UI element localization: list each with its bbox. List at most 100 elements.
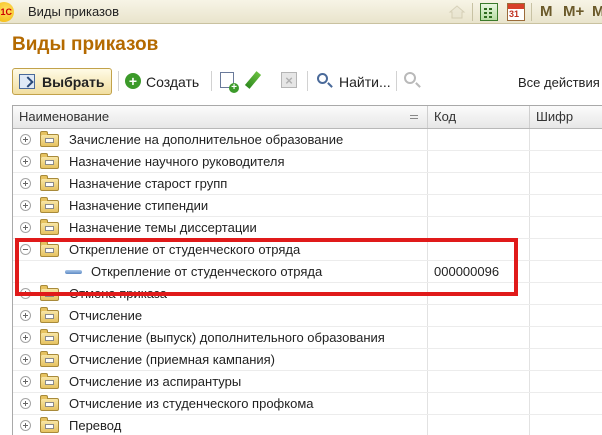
code-cell[interactable] — [428, 415, 530, 435]
cipher-cell[interactable] — [530, 371, 602, 392]
window-title: Виды приказов — [28, 4, 120, 19]
create-button[interactable]: Создать — [146, 74, 199, 90]
name-cell[interactable]: Открепление от студенческого отряда — [13, 239, 428, 260]
code-cell[interactable] — [428, 305, 530, 326]
code-cell[interactable]: 000000096 — [428, 261, 530, 282]
expand-icon[interactable] — [20, 288, 31, 299]
find-button[interactable]: Найти... — [339, 74, 391, 90]
cipher-cell[interactable] — [530, 173, 602, 194]
name-cell[interactable]: Отмена приказа — [13, 283, 428, 304]
collapse-icon[interactable] — [20, 244, 31, 255]
code-cell[interactable] — [428, 393, 530, 414]
table-row[interactable]: Отчисление (выпуск) дополнительного обра… — [13, 327, 602, 349]
name-cell[interactable]: Отчисление (выпуск) дополнительного обра… — [13, 327, 428, 348]
code-cell[interactable] — [428, 371, 530, 392]
table-row[interactable]: Открепление от студенческого отряда 00000… — [13, 261, 602, 283]
table-row[interactable]: Зачисление на дополнительное образование — [13, 129, 602, 151]
expand-icon[interactable] — [20, 420, 31, 431]
table-row[interactable]: Отмена приказа — [13, 283, 602, 305]
table-row[interactable]: Отчисление (приемная кампания) — [13, 349, 602, 371]
expand-icon[interactable] — [20, 398, 31, 409]
name-cell[interactable]: Назначение научного руководителя — [13, 151, 428, 172]
cipher-cell[interactable] — [530, 305, 602, 326]
code-cell[interactable] — [428, 283, 530, 304]
expand-icon[interactable] — [20, 376, 31, 387]
name-cell[interactable]: Назначение стипендии — [13, 195, 428, 216]
expand-icon[interactable] — [20, 200, 31, 211]
cipher-cell[interactable] — [530, 283, 602, 304]
create-icon[interactable]: + — [125, 73, 141, 89]
cipher-cell[interactable] — [530, 151, 602, 172]
expand-icon[interactable] — [20, 310, 31, 321]
calendar-icon[interactable]: 31 — [507, 3, 525, 21]
row-name: Перевод — [69, 418, 122, 433]
cancel-search-icon[interactable] — [404, 72, 416, 84]
cipher-cell[interactable] — [530, 415, 602, 435]
row-name: Отчисление из студенческого профкома — [69, 396, 314, 411]
table-row[interactable]: Отчисление из студенческого профкома — [13, 393, 602, 415]
calendar-day: 31 — [509, 9, 520, 19]
copy-icon[interactable] — [220, 72, 239, 93]
code-cell[interactable] — [428, 327, 530, 348]
row-name: Отчисление (выпуск) дополнительного обра… — [69, 330, 385, 345]
select-label: Выбрать — [42, 74, 105, 90]
name-cell[interactable]: Отчисление из студенческого профкома — [13, 393, 428, 414]
cipher-cell[interactable] — [530, 349, 602, 370]
name-cell[interactable]: Перевод — [13, 415, 428, 435]
table-row[interactable]: Открепление от студенческого отряда — [13, 239, 602, 261]
row-name: Отчисление из аспирантуры — [69, 374, 242, 389]
column-header-code[interactable]: Код — [428, 106, 530, 128]
table-row[interactable]: Назначение старост групп — [13, 173, 602, 195]
calculator-icon[interactable] — [480, 3, 498, 21]
expand-icon[interactable] — [20, 222, 31, 233]
table-row[interactable]: Перевод — [13, 415, 602, 435]
expand-icon[interactable] — [20, 156, 31, 167]
expand-icon[interactable] — [20, 332, 31, 343]
cipher-cell[interactable] — [530, 393, 602, 414]
home-icon[interactable] — [448, 3, 466, 21]
table-row[interactable]: Назначение научного руководителя — [13, 151, 602, 173]
column-header-cipher[interactable]: Шифр — [530, 106, 602, 128]
all-actions-menu[interactable]: Все действия — [518, 75, 600, 90]
code-cell[interactable] — [428, 239, 530, 260]
row-name: Отчисление (приемная кампания) — [69, 352, 276, 367]
column-header-name[interactable]: Наименование — [13, 106, 428, 128]
code-cell[interactable] — [428, 195, 530, 216]
memory-plus-button[interactable]: M+ — [563, 3, 584, 20]
name-cell[interactable]: Назначение старост групп — [13, 173, 428, 194]
folder-icon — [40, 197, 59, 213]
code-cell[interactable] — [428, 151, 530, 172]
name-cell[interactable]: Открепление от студенческого отряда — [13, 261, 428, 282]
edit-icon[interactable] — [244, 71, 262, 89]
cipher-cell[interactable] — [530, 195, 602, 216]
app-logo-icon: 1С — [0, 2, 14, 22]
memory-minus-button[interactable]: M- — [592, 3, 602, 20]
folder-icon — [40, 373, 59, 389]
name-cell[interactable]: Отчисление — [13, 305, 428, 326]
code-cell[interactable] — [428, 129, 530, 150]
table-row[interactable]: Отчисление из аспирантуры — [13, 371, 602, 393]
name-cell[interactable]: Зачисление на дополнительное образование — [13, 129, 428, 150]
code-cell[interactable] — [428, 173, 530, 194]
name-cell[interactable]: Отчисление из аспирантуры — [13, 371, 428, 392]
cipher-cell[interactable] — [530, 261, 602, 282]
cipher-cell[interactable] — [530, 217, 602, 238]
expand-icon[interactable] — [20, 134, 31, 145]
select-button[interactable]: Выбрать — [12, 68, 112, 95]
row-name: Отчисление — [69, 308, 143, 323]
cipher-cell[interactable] — [530, 327, 602, 348]
expand-icon[interactable] — [20, 178, 31, 189]
memory-button[interactable]: M — [540, 3, 553, 20]
table-row[interactable]: Назначение темы диссертации — [13, 217, 602, 239]
code-cell[interactable] — [428, 217, 530, 238]
cipher-cell[interactable] — [530, 129, 602, 150]
name-cell[interactable]: Назначение темы диссертации — [13, 217, 428, 238]
table-row[interactable]: Отчисление — [13, 305, 602, 327]
code-cell[interactable] — [428, 349, 530, 370]
search-icon[interactable] — [317, 73, 328, 84]
cipher-cell[interactable] — [530, 239, 602, 260]
table-row[interactable]: Назначение стипендии — [13, 195, 602, 217]
name-cell[interactable]: Отчисление (приемная кампания) — [13, 349, 428, 370]
expand-icon[interactable] — [20, 354, 31, 365]
delete-icon[interactable]: × — [281, 72, 297, 88]
